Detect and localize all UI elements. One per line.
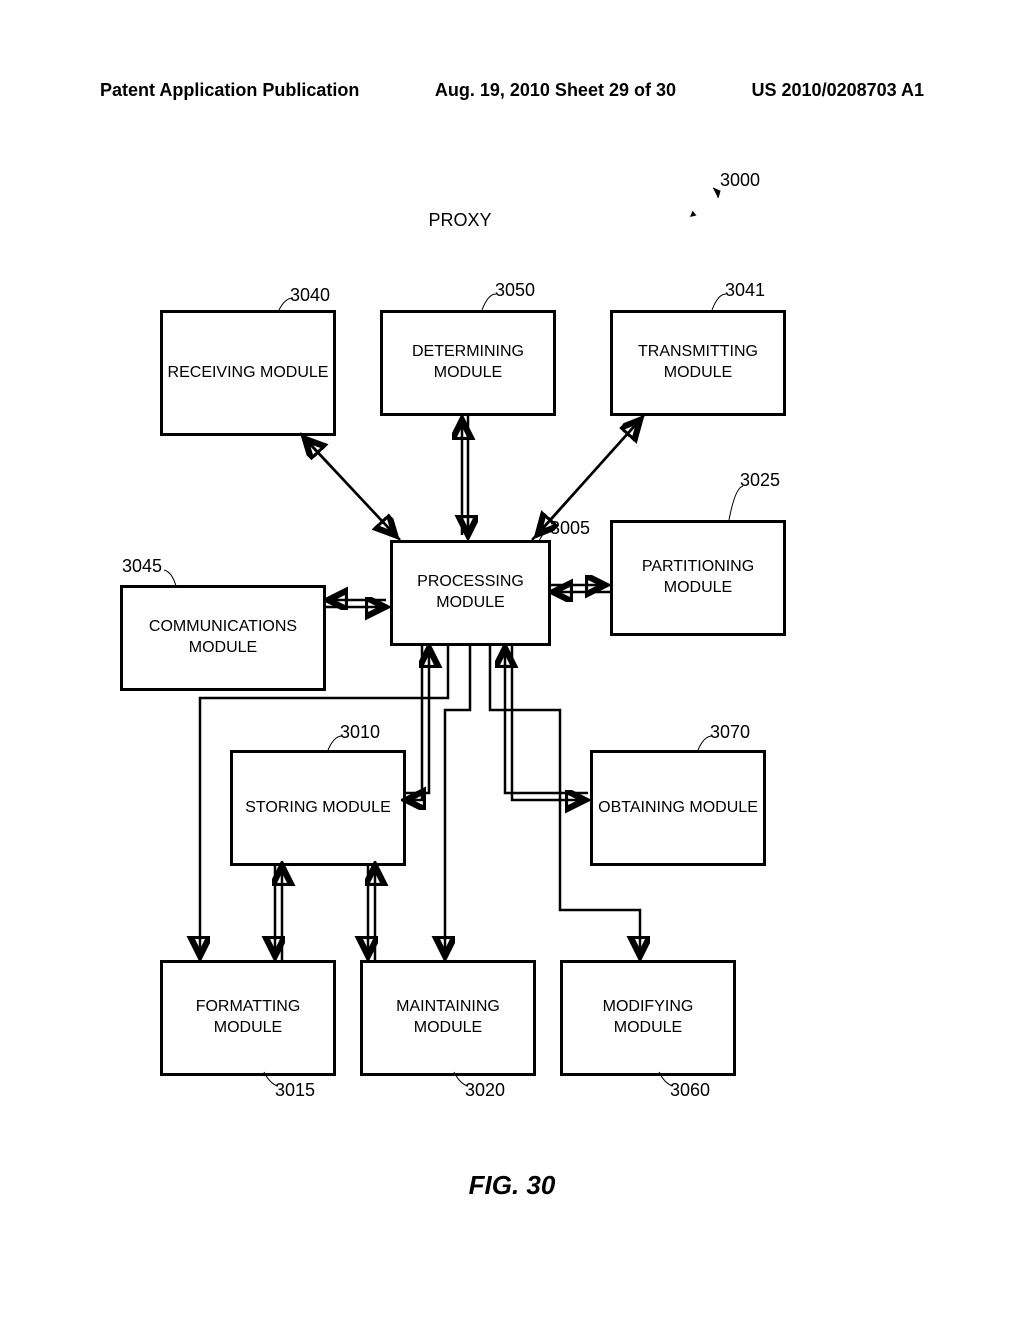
page: Patent Application Publication Aug. 19, … [0,0,1024,1320]
figure-label: FIG. 30 [0,1170,1024,1201]
header-right: US 2010/0208703 A1 [752,80,924,101]
page-header: Patent Application Publication Aug. 19, … [100,80,924,101]
arrows-layer [100,140,924,1200]
proxy-diagram: PROXY 3000 RECEIVING MODULE 3040 DETERMI… [100,140,924,1200]
header-left: Patent Application Publication [100,80,359,101]
header-center: Aug. 19, 2010 Sheet 29 of 30 [435,80,676,101]
